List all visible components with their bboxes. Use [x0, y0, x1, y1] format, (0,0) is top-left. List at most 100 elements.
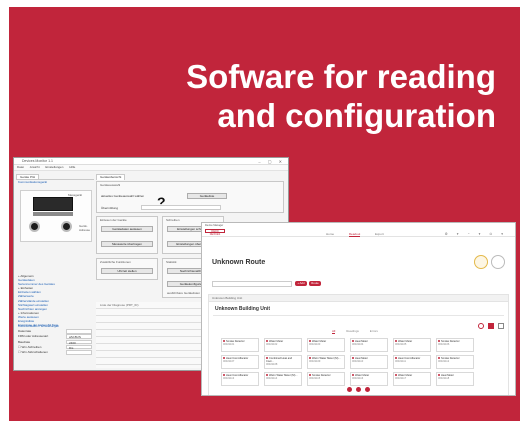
device-tile-serial: 00321105 — [395, 343, 407, 346]
device-tile[interactable]: Heat Cost Allocator 00321107 — [221, 355, 259, 369]
read-caption: Einlesen der Geräte — [100, 218, 127, 222]
device-status-icon — [223, 357, 225, 359]
unit-tabs: All Readings Errors — [332, 329, 388, 334]
menu-item-ansicht[interactable]: Ansicht — [30, 165, 40, 169]
device-tile-serial: 00321109 — [309, 360, 321, 363]
function-tree: + Allgemein Gerätedaten Seriennummer des G… — [18, 274, 94, 327]
set-time-button[interactable]: Uhrzeit stellen — [101, 268, 153, 274]
device-status-icon — [266, 357, 268, 359]
tab-readings[interactable]: Readings — [346, 329, 359, 333]
device-tile-serial: 00321101 — [223, 343, 235, 346]
route-title: Unknown Route — [212, 259, 266, 266]
params-list: Datenrate FRM oder Adressenart wM-BUS Baudr… — [18, 329, 94, 355]
device-tile[interactable]: Warm Water Meter (M)... 00321109 — [307, 355, 345, 369]
device-tile[interactable]: Heat Meter 00321118 — [436, 372, 474, 386]
add-button[interactable]: + Add — [295, 281, 307, 286]
nav-export[interactable]: Export — [375, 232, 384, 236]
device-status-icon — [352, 340, 354, 342]
tab-devices[interactable]: Geräte PIH — [16, 174, 40, 179]
device-tile[interactable]: Water Meter 00321102 — [264, 338, 302, 352]
device-address-label: Gerät-Adresse — [79, 224, 91, 232]
grid-view-icon[interactable] — [488, 323, 495, 329]
device-tile[interactable]: Smoke Detector 00321115 — [307, 372, 345, 386]
device-status-icon — [309, 340, 311, 342]
device-knob-left — [29, 221, 40, 232]
device-tile[interactable]: Water Meter 00321116 — [350, 372, 388, 386]
search-input[interactable] — [212, 281, 292, 287]
nav-home[interactable]: Home — [326, 232, 334, 236]
device-knob-right — [61, 221, 72, 232]
device-lcd-bar — [33, 212, 73, 216]
read-device-button[interactable]: Gerätedaten auslesen — [101, 226, 153, 232]
status-circles — [472, 255, 505, 270]
device-status-icon — [266, 340, 268, 342]
param-row: ☐ Wm-Störschaltenen — [18, 350, 94, 355]
device-preview: Messgerät Gerät-Adresse — [20, 190, 92, 242]
tab-all[interactable]: All — [332, 329, 336, 334]
legacy-left-pane: Geräte PIH Kommunikationsgerät Messgerät… — [16, 174, 94, 368]
diagnosis-list-title: Liste der Diagnose (PRT_ID) — [100, 303, 139, 307]
device-tile-serial: 00321111 — [395, 360, 406, 363]
device-tile[interactable]: Heat Cost Allocator 00321113 — [221, 372, 259, 386]
device-tile-serial: 00321118 — [438, 377, 450, 380]
device-tile[interactable]: Combined Heat and Cool... 00321108 — [264, 355, 302, 369]
device-tile-serial: 00321110 — [352, 360, 364, 363]
device-tile[interactable]: Water Meter 00321117 — [393, 372, 431, 386]
transfer-values-button[interactable]: Messwerte übertragen — [101, 241, 153, 247]
page-dot-icon[interactable] — [355, 387, 361, 392]
page-dot-icon[interactable] — [364, 387, 370, 392]
tab-device-overview[interactable]: Geräteübersicht — [96, 174, 126, 180]
device-tile[interactable]: Smoke Detector 00321101 — [221, 338, 259, 352]
param-value-field[interactable]: Dis — [66, 344, 92, 350]
menu-item-datei[interactable]: Datei — [17, 165, 24, 169]
param-value-field[interactable] — [66, 350, 92, 355]
window-controls[interactable]: – ▢ ✕ — [258, 159, 285, 164]
nav-readout[interactable]: Readout — [348, 232, 361, 237]
device-tile-serial: 00321108 — [266, 363, 278, 366]
device-tile[interactable]: Heat Meter 00321104 — [350, 338, 388, 352]
device-tile[interactable]: Water Meter 00321105 — [393, 338, 431, 352]
param-value-field[interactable]: wM-BUS — [66, 334, 92, 339]
modern-app-window: Device Manager RADIO DEVICES Home Readou… — [201, 222, 516, 396]
device-tile-serial: 00321115 — [309, 377, 321, 380]
status-circle-icon[interactable] — [491, 255, 505, 269]
legacy-menu-bar: Datei Ansicht Einstellungen Hilfe — [14, 165, 288, 171]
device-tile[interactable]: Smoke Detector 00321112 — [436, 355, 474, 369]
device-tile[interactable]: Warm Water Meter (M)... 00321114 — [264, 372, 302, 386]
device-tile-serial: 00321116 — [352, 377, 364, 380]
device-select-label: aktuelles Geräteauswahl wählen — [101, 194, 145, 198]
route-button[interactable]: Route — [309, 281, 321, 286]
write-caption: Schreiben — [166, 218, 180, 222]
device-status-icon — [438, 357, 440, 359]
device-status-icon — [438, 374, 440, 376]
status-field[interactable] — [141, 205, 221, 210]
device-tile[interactable]: Heat Cost Allocator 00321111 — [393, 355, 431, 369]
card-header: Unknown Building Unit — [209, 295, 508, 302]
device-tile[interactable]: Smoke Detector 00321106 — [436, 338, 474, 352]
menu-item-einstellungen[interactable]: Einstellungen — [45, 165, 63, 169]
left-subheading[interactable]: Kommunikationsgerät — [16, 180, 94, 185]
page-dot-icon[interactable] — [347, 387, 352, 392]
device-tile[interactable]: Heat Meter 00321110 — [350, 355, 388, 369]
param-value-field[interactable] — [66, 329, 92, 334]
menu-item-hilfe[interactable]: Hilfe — [69, 165, 75, 169]
pagination — [347, 387, 373, 393]
device-status-icon — [266, 374, 268, 376]
device-status-icon — [352, 357, 354, 359]
status-circle-icon[interactable] — [474, 255, 489, 269]
list-view-icon[interactable] — [498, 323, 504, 329]
headline-line-1: Sofware for reading — [186, 58, 496, 95]
device-tile[interactable]: Water Meter 00321103 — [307, 338, 345, 352]
device-status-icon — [223, 374, 225, 376]
device-list-button[interactable]: Geräteliste — [187, 193, 227, 199]
app-logo-text: Device Manager — [205, 224, 224, 227]
filter-icon[interactable] — [478, 323, 485, 329]
device-tile-serial: 00321103 — [309, 343, 321, 346]
param-value-field[interactable]: 2400 — [66, 339, 92, 345]
tab-errors[interactable]: Errors — [370, 329, 378, 333]
legacy-title-bar: Devices Monitor 1.1 – ▢ ✕ — [14, 158, 288, 165]
aux-panel: Zusätzliche Funktionen Uhrzeit stellen — [96, 258, 158, 280]
device-status-icon — [309, 357, 311, 359]
aux-caption: Zusätzliche Funktionen — [100, 260, 131, 264]
toolbar-icons[interactable]: ⚙ ▾ ◔ ▾ ⊙ ▾ — [445, 232, 507, 236]
